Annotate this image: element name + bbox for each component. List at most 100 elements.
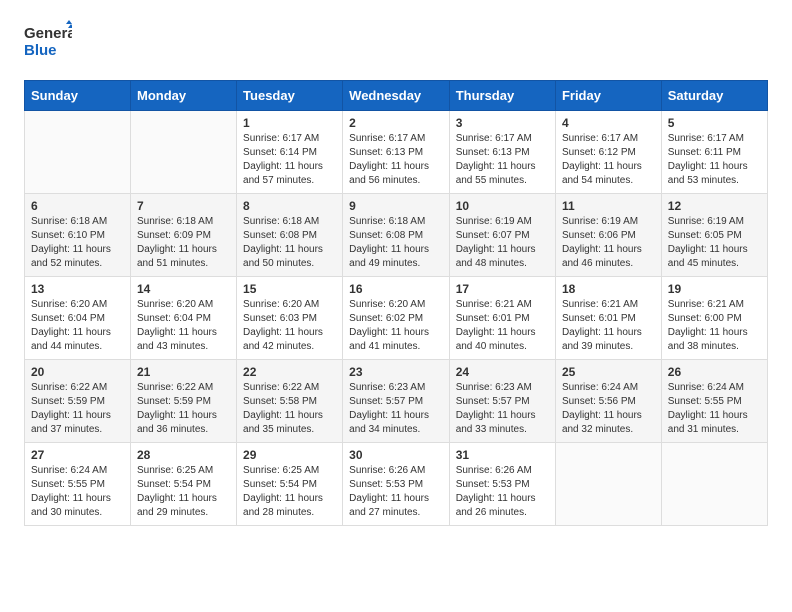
calendar-cell: 20 Sunrise: 6:22 AMSunset: 5:59 PMDaylig…	[25, 360, 131, 443]
calendar-cell: 4 Sunrise: 6:17 AMSunset: 6:12 PMDayligh…	[555, 111, 661, 194]
calendar-cell	[25, 111, 131, 194]
calendar-cell: 10 Sunrise: 6:19 AMSunset: 6:07 PMDaylig…	[449, 194, 555, 277]
calendar-cell: 12 Sunrise: 6:19 AMSunset: 6:05 PMDaylig…	[661, 194, 767, 277]
calendar-cell: 1 Sunrise: 6:17 AMSunset: 6:14 PMDayligh…	[237, 111, 343, 194]
calendar-cell: 7 Sunrise: 6:18 AMSunset: 6:09 PMDayligh…	[131, 194, 237, 277]
week-row-4: 20 Sunrise: 6:22 AMSunset: 5:59 PMDaylig…	[25, 360, 768, 443]
calendar-cell	[555, 443, 661, 526]
cell-info: Sunrise: 6:21 AMSunset: 6:00 PMDaylight:…	[668, 299, 748, 352]
week-row-3: 13 Sunrise: 6:20 AMSunset: 6:04 PMDaylig…	[25, 277, 768, 360]
cell-info: Sunrise: 6:24 AMSunset: 5:55 PMDaylight:…	[31, 465, 111, 518]
calendar-cell: 29 Sunrise: 6:25 AMSunset: 5:54 PMDaylig…	[237, 443, 343, 526]
cell-info: Sunrise: 6:25 AMSunset: 5:54 PMDaylight:…	[243, 465, 323, 518]
day-number: 9	[349, 199, 443, 213]
week-row-5: 27 Sunrise: 6:24 AMSunset: 5:55 PMDaylig…	[25, 443, 768, 526]
day-number: 17	[456, 282, 549, 296]
day-number: 20	[31, 365, 124, 379]
cell-info: Sunrise: 6:23 AMSunset: 5:57 PMDaylight:…	[349, 382, 429, 435]
cell-info: Sunrise: 6:18 AMSunset: 6:08 PMDaylight:…	[243, 216, 323, 269]
day-number: 22	[243, 365, 336, 379]
day-number: 13	[31, 282, 124, 296]
calendar-cell: 25 Sunrise: 6:24 AMSunset: 5:56 PMDaylig…	[555, 360, 661, 443]
cell-info: Sunrise: 6:22 AMSunset: 5:59 PMDaylight:…	[137, 382, 217, 435]
logo: General Blue	[24, 20, 72, 64]
calendar-cell: 11 Sunrise: 6:19 AMSunset: 6:06 PMDaylig…	[555, 194, 661, 277]
day-number: 23	[349, 365, 443, 379]
calendar-cell: 13 Sunrise: 6:20 AMSunset: 6:04 PMDaylig…	[25, 277, 131, 360]
calendar-cell: 27 Sunrise: 6:24 AMSunset: 5:55 PMDaylig…	[25, 443, 131, 526]
calendar-cell: 5 Sunrise: 6:17 AMSunset: 6:11 PMDayligh…	[661, 111, 767, 194]
day-number: 16	[349, 282, 443, 296]
day-number: 29	[243, 448, 336, 462]
calendar-table: SundayMondayTuesdayWednesdayThursdayFrid…	[24, 80, 768, 526]
calendar-cell: 23 Sunrise: 6:23 AMSunset: 5:57 PMDaylig…	[343, 360, 450, 443]
day-number: 15	[243, 282, 336, 296]
calendar-cell: 14 Sunrise: 6:20 AMSunset: 6:04 PMDaylig…	[131, 277, 237, 360]
calendar-cell: 16 Sunrise: 6:20 AMSunset: 6:02 PMDaylig…	[343, 277, 450, 360]
calendar-cell: 6 Sunrise: 6:18 AMSunset: 6:10 PMDayligh…	[25, 194, 131, 277]
cell-info: Sunrise: 6:22 AMSunset: 5:59 PMDaylight:…	[31, 382, 111, 435]
calendar-cell: 19 Sunrise: 6:21 AMSunset: 6:00 PMDaylig…	[661, 277, 767, 360]
day-number: 4	[562, 116, 655, 130]
day-number: 25	[562, 365, 655, 379]
cell-info: Sunrise: 6:19 AMSunset: 6:07 PMDaylight:…	[456, 216, 536, 269]
header-saturday: Saturday	[661, 81, 767, 111]
cell-info: Sunrise: 6:21 AMSunset: 6:01 PMDaylight:…	[456, 299, 536, 352]
day-number: 19	[668, 282, 761, 296]
header-tuesday: Tuesday	[237, 81, 343, 111]
day-number: 27	[31, 448, 124, 462]
calendar-cell: 18 Sunrise: 6:21 AMSunset: 6:01 PMDaylig…	[555, 277, 661, 360]
cell-info: Sunrise: 6:18 AMSunset: 6:09 PMDaylight:…	[137, 216, 217, 269]
day-number: 3	[456, 116, 549, 130]
day-number: 28	[137, 448, 230, 462]
svg-text:Blue: Blue	[24, 42, 57, 59]
calendar-cell: 30 Sunrise: 6:26 AMSunset: 5:53 PMDaylig…	[343, 443, 450, 526]
day-number: 26	[668, 365, 761, 379]
cell-info: Sunrise: 6:17 AMSunset: 6:12 PMDaylight:…	[562, 133, 642, 186]
day-number: 2	[349, 116, 443, 130]
calendar-cell: 22 Sunrise: 6:22 AMSunset: 5:58 PMDaylig…	[237, 360, 343, 443]
day-number: 24	[456, 365, 549, 379]
cell-info: Sunrise: 6:17 AMSunset: 6:11 PMDaylight:…	[668, 133, 748, 186]
cell-info: Sunrise: 6:23 AMSunset: 5:57 PMDaylight:…	[456, 382, 536, 435]
calendar-cell: 9 Sunrise: 6:18 AMSunset: 6:08 PMDayligh…	[343, 194, 450, 277]
cell-info: Sunrise: 6:20 AMSunset: 6:04 PMDaylight:…	[137, 299, 217, 352]
day-number: 12	[668, 199, 761, 213]
calendar-cell: 2 Sunrise: 6:17 AMSunset: 6:13 PMDayligh…	[343, 111, 450, 194]
day-number: 21	[137, 365, 230, 379]
calendar-cell	[131, 111, 237, 194]
cell-info: Sunrise: 6:19 AMSunset: 6:05 PMDaylight:…	[668, 216, 748, 269]
day-number: 14	[137, 282, 230, 296]
cell-info: Sunrise: 6:17 AMSunset: 6:14 PMDaylight:…	[243, 133, 323, 186]
day-number: 8	[243, 199, 336, 213]
header-monday: Monday	[131, 81, 237, 111]
cell-info: Sunrise: 6:25 AMSunset: 5:54 PMDaylight:…	[137, 465, 217, 518]
header-wednesday: Wednesday	[343, 81, 450, 111]
calendar-cell: 8 Sunrise: 6:18 AMSunset: 6:08 PMDayligh…	[237, 194, 343, 277]
page-header: General Blue	[24, 20, 768, 64]
week-row-2: 6 Sunrise: 6:18 AMSunset: 6:10 PMDayligh…	[25, 194, 768, 277]
cell-info: Sunrise: 6:20 AMSunset: 6:04 PMDaylight:…	[31, 299, 111, 352]
day-number: 10	[456, 199, 549, 213]
calendar-header-row: SundayMondayTuesdayWednesdayThursdayFrid…	[25, 81, 768, 111]
cell-info: Sunrise: 6:19 AMSunset: 6:06 PMDaylight:…	[562, 216, 642, 269]
calendar-cell: 31 Sunrise: 6:26 AMSunset: 5:53 PMDaylig…	[449, 443, 555, 526]
calendar-cell	[661, 443, 767, 526]
cell-info: Sunrise: 6:26 AMSunset: 5:53 PMDaylight:…	[456, 465, 536, 518]
day-number: 30	[349, 448, 443, 462]
calendar-cell: 3 Sunrise: 6:17 AMSunset: 6:13 PMDayligh…	[449, 111, 555, 194]
calendar-cell: 28 Sunrise: 6:25 AMSunset: 5:54 PMDaylig…	[131, 443, 237, 526]
cell-info: Sunrise: 6:17 AMSunset: 6:13 PMDaylight:…	[456, 133, 536, 186]
calendar-cell: 24 Sunrise: 6:23 AMSunset: 5:57 PMDaylig…	[449, 360, 555, 443]
day-number: 6	[31, 199, 124, 213]
svg-text:General: General	[24, 25, 72, 42]
cell-info: Sunrise: 6:26 AMSunset: 5:53 PMDaylight:…	[349, 465, 429, 518]
header-friday: Friday	[555, 81, 661, 111]
week-row-1: 1 Sunrise: 6:17 AMSunset: 6:14 PMDayligh…	[25, 111, 768, 194]
header-sunday: Sunday	[25, 81, 131, 111]
cell-info: Sunrise: 6:18 AMSunset: 6:10 PMDaylight:…	[31, 216, 111, 269]
calendar-cell: 21 Sunrise: 6:22 AMSunset: 5:59 PMDaylig…	[131, 360, 237, 443]
cell-info: Sunrise: 6:24 AMSunset: 5:56 PMDaylight:…	[562, 382, 642, 435]
day-number: 7	[137, 199, 230, 213]
cell-info: Sunrise: 6:17 AMSunset: 6:13 PMDaylight:…	[349, 133, 429, 186]
